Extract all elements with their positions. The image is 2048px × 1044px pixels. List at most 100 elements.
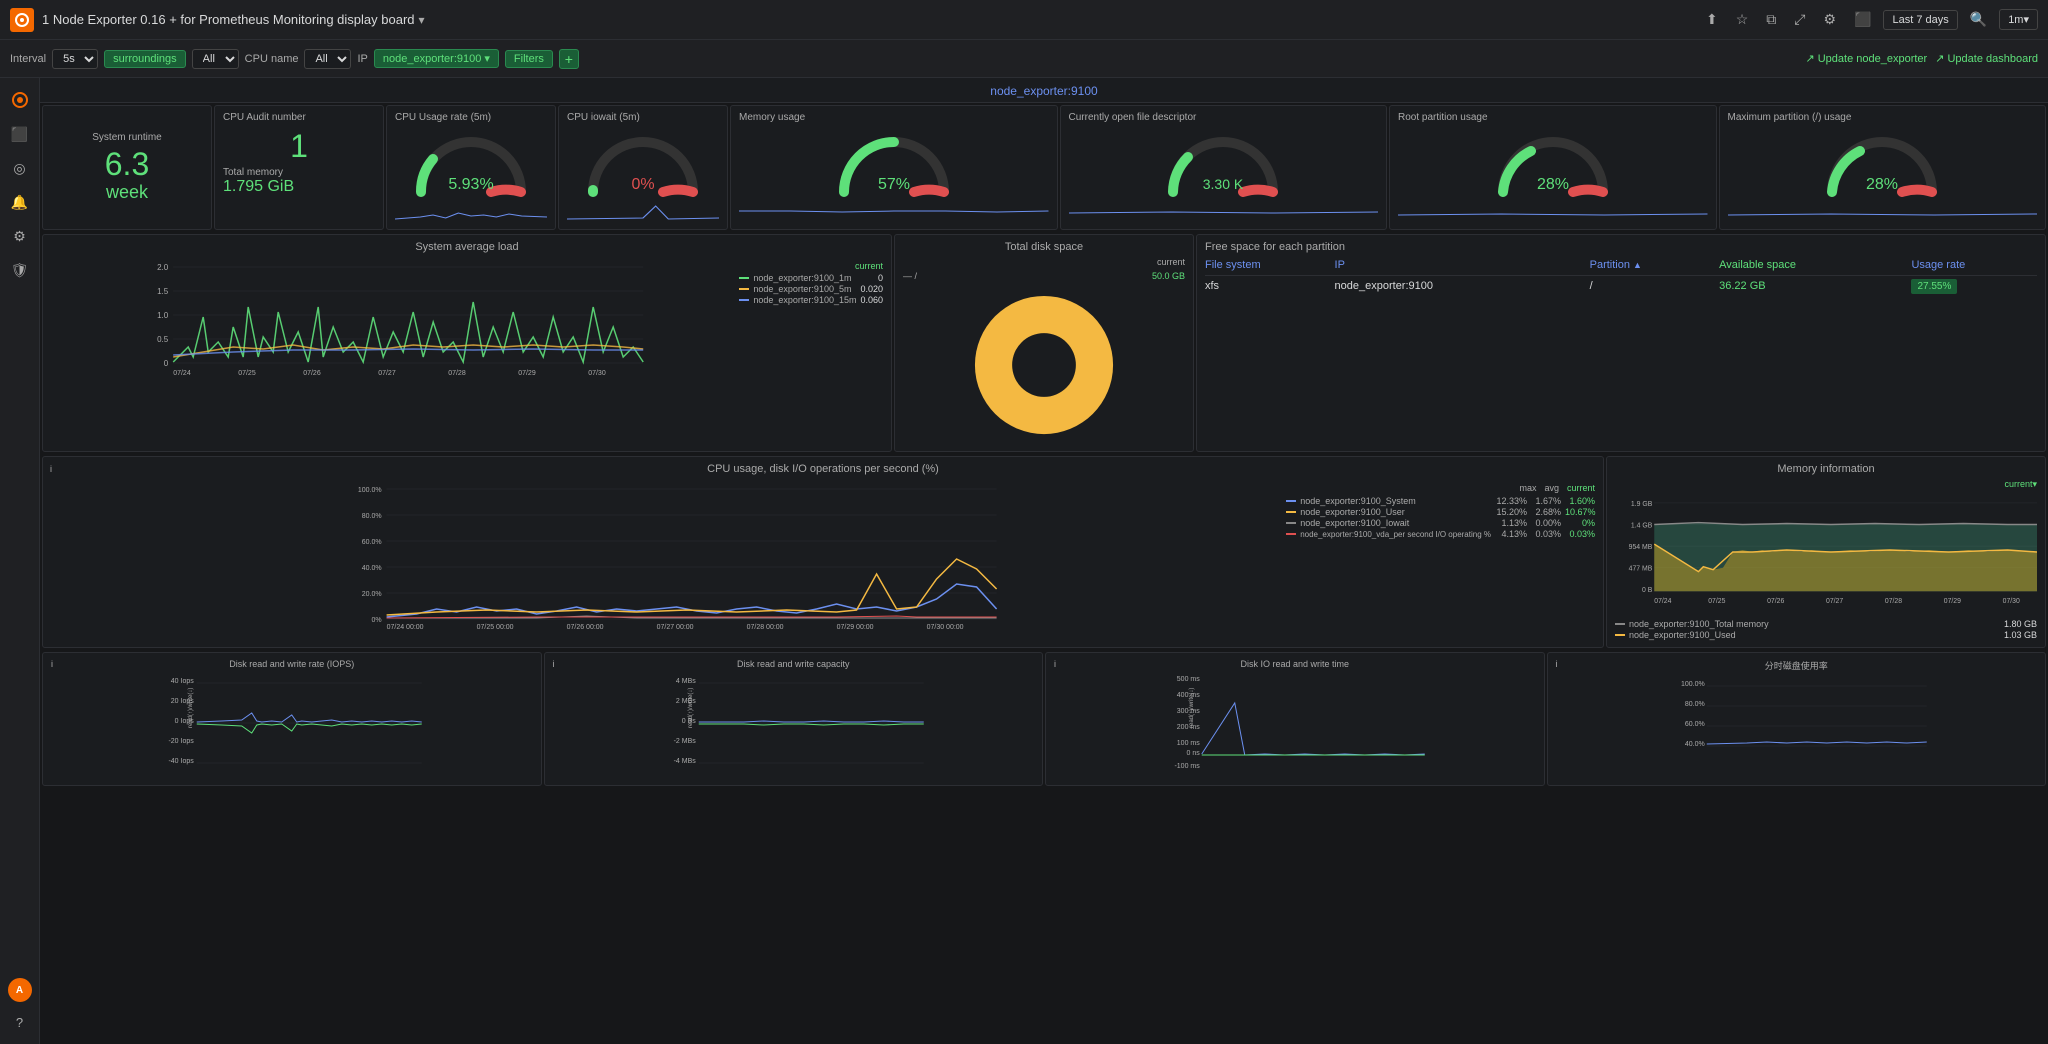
sidebar-icon-help[interactable]: ? bbox=[6, 1008, 34, 1036]
update-dashboard-link[interactable]: ↗ Update dashboard bbox=[1935, 52, 2038, 65]
cpu-disk-row: i CPU usage, disk I/O operations per sec… bbox=[40, 454, 2048, 650]
sidebar-icon-bell[interactable]: 🔔 bbox=[6, 188, 34, 216]
user-avatar[interactable]: A bbox=[8, 978, 32, 1002]
mem-current-header: current▾ bbox=[2004, 479, 2037, 490]
share-icon-btn[interactable]: ⬆ bbox=[1700, 7, 1724, 32]
col-header-partition: Partition ▲ bbox=[1590, 259, 1716, 271]
cpu-usage-gauge-svg: 5.93% bbox=[411, 127, 531, 197]
sidebar-icon-grafana[interactable] bbox=[6, 86, 34, 114]
cpu-usage-spark bbox=[395, 201, 547, 223]
cpu-disk-title: CPU usage, disk I/O operations per secon… bbox=[707, 463, 939, 475]
open-files-spark bbox=[1069, 201, 1379, 223]
disk-cap-svg: 4 MBs 2 MBs 0 Bs -2 MBs -4 MBs read(↑)/w… bbox=[553, 673, 1035, 773]
total-memory-label: Total memory bbox=[223, 167, 375, 178]
topbar-right: ⬆ ☆ ⧉ ⤢ ⚙ ⬛ Last 7 days 🔍 1m▾ bbox=[1700, 7, 2038, 32]
svg-text:1.5: 1.5 bbox=[157, 287, 169, 296]
legend-user-dot bbox=[1286, 511, 1296, 513]
legend-system: node_exporter:9100_System 12.33% 1.67% 1… bbox=[1286, 496, 1595, 506]
svg-text:07/29: 07/29 bbox=[518, 370, 536, 377]
disk-iops-info-icon: i bbox=[51, 659, 53, 669]
disk-time-header: i 分时磁盘使用率 bbox=[1556, 659, 2038, 672]
legend-vda-cur: 0.03% bbox=[1565, 529, 1595, 539]
sidebar-icon-shield[interactable]: 🛡 bbox=[6, 256, 34, 284]
svg-text:07/25: 07/25 bbox=[238, 370, 256, 377]
total-disk-header: current bbox=[903, 257, 1185, 267]
legend-system-cur: 1.60% bbox=[1565, 496, 1595, 506]
node-header: node_exporter:9100 bbox=[40, 78, 2048, 103]
svg-text:07/26: 07/26 bbox=[303, 370, 321, 377]
share2-icon-btn[interactable]: ⤢ bbox=[1788, 7, 1811, 32]
svg-text:07/26: 07/26 bbox=[1767, 598, 1784, 605]
col-header-fs: File system bbox=[1205, 259, 1331, 271]
legend-system-max: 12.33% bbox=[1495, 496, 1527, 506]
svg-text:07/27: 07/27 bbox=[378, 370, 396, 377]
svg-text:0.5: 0.5 bbox=[157, 335, 169, 344]
surroundings-select[interactable]: All bbox=[192, 49, 239, 69]
dashboard-title[interactable]: 1 Node Exporter 0.16 + for Prometheus Mo… bbox=[42, 12, 415, 27]
col-avg: avg bbox=[1544, 483, 1559, 493]
svg-text:07/27 00:00: 07/27 00:00 bbox=[657, 624, 694, 629]
row-available: 36.22 GB bbox=[1719, 280, 1907, 292]
svg-text:07/30: 07/30 bbox=[2003, 598, 2020, 605]
monitor-icon-btn[interactable]: ⬛ bbox=[1848, 7, 1877, 32]
svg-text:07/27: 07/27 bbox=[1826, 598, 1843, 605]
svg-text:read(↑)/write(↓): read(↑)/write(↓) bbox=[188, 688, 194, 728]
svg-text:-100 ms: -100 ms bbox=[1174, 763, 1200, 770]
disk-io-header: i Disk IO read and write time bbox=[1054, 659, 1536, 669]
avg-load-chart: 2.0 1.5 1.0 0.5 0 07/24 07/25 07/26 07/2… bbox=[51, 257, 735, 377]
svg-text:-40 Iops: -40 Iops bbox=[168, 758, 194, 765]
surroundings-btn[interactable]: surroundings bbox=[104, 50, 186, 68]
svg-text:read(↑)/write(↓): read(↑)/write(↓) bbox=[687, 688, 693, 728]
cpu-usage-title: CPU Usage rate (5m) bbox=[395, 112, 547, 123]
sidebar-icon-grid[interactable]: ⬛ bbox=[6, 120, 34, 148]
update-node-link[interactable]: ↗ Update node_exporter bbox=[1805, 52, 1927, 65]
sidebar-icon-compass[interactable]: ◎ bbox=[6, 154, 34, 182]
cpu-name-select[interactable]: All bbox=[304, 49, 351, 69]
legend-user: node_exporter:9100_User 15.20% 2.68% 10.… bbox=[1286, 507, 1595, 517]
svg-text:1.9 GB: 1.9 GB bbox=[1631, 501, 1653, 508]
legend-iowait-label: node_exporter:9100_Iowait bbox=[1300, 518, 1491, 528]
svg-text:100 ms: 100 ms bbox=[1177, 740, 1200, 747]
legend-user-cur: 10.67% bbox=[1565, 507, 1595, 517]
topbar-left: 1 Node Exporter 0.16 + for Prometheus Mo… bbox=[10, 8, 1700, 32]
disk-iops-title: Disk read and write rate (IOPS) bbox=[51, 659, 533, 669]
free-space-table-header: File system IP Partition ▲ Available spa… bbox=[1205, 259, 2037, 276]
ip-select-btn[interactable]: node_exporter:9100 ▾ bbox=[374, 49, 499, 68]
root-partition-title: Root partition usage bbox=[1398, 112, 1708, 123]
cpu-disk-chart-svg: 100.0% 80.0% 60.0% 40.0% 20.0% 0% 07/24 … bbox=[51, 479, 1282, 629]
legend-header: max avg current bbox=[1286, 483, 1595, 493]
title-dropdown-icon[interactable]: ▾ bbox=[419, 13, 425, 27]
time-range-btn[interactable]: Last 7 days bbox=[1883, 10, 1957, 30]
disk-cap-header: i Disk read and write capacity bbox=[553, 659, 1035, 669]
max-partition-title: Maximum partition (/) usage bbox=[1728, 112, 2038, 123]
disk-usage-time-card: i 分时磁盘使用率 100.0% 80.0% 60.0% 40.0% bbox=[1547, 652, 2047, 786]
svg-text:07/25 00:00: 07/25 00:00 bbox=[477, 624, 514, 629]
copy-icon-btn[interactable]: ⧉ bbox=[1760, 7, 1782, 32]
star-icon-btn[interactable]: ☆ bbox=[1730, 7, 1755, 32]
svg-text:07/24 00:00: 07/24 00:00 bbox=[387, 624, 424, 629]
cpu-audit-title: CPU Audit number bbox=[223, 112, 375, 123]
system-runtime-title: System runtime bbox=[92, 132, 161, 143]
svg-text:07/29: 07/29 bbox=[1944, 598, 1961, 605]
svg-text:1.4 GB: 1.4 GB bbox=[1631, 522, 1653, 529]
cpu-audit-card: CPU Audit number 1 Total memory 1.795 Gi… bbox=[214, 105, 384, 230]
refresh-btn[interactable]: 1m▾ bbox=[1999, 9, 2038, 30]
row-partition: / bbox=[1590, 280, 1716, 292]
root-partition-card: Root partition usage 28% bbox=[1389, 105, 1717, 230]
root-partition-gauge-svg: 28% bbox=[1493, 127, 1613, 197]
disk-time-svg: 100.0% 80.0% 60.0% 40.0% bbox=[1556, 676, 2038, 776]
zoom-icon-btn[interactable]: 🔍 bbox=[1964, 7, 1993, 32]
cpu-disk-info-icon: i bbox=[50, 464, 52, 474]
settings-icon-btn[interactable]: ⚙ bbox=[1817, 7, 1842, 32]
legend-vda-max: 4.13% bbox=[1495, 529, 1527, 539]
avg-load-legend: current node_exporter:9100_1m 0 node_exp… bbox=[739, 257, 883, 377]
interval-select[interactable]: 5s bbox=[52, 49, 98, 69]
cpu-disk-content: 100.0% 80.0% 60.0% 40.0% 20.0% 0% 07/24 … bbox=[51, 479, 1595, 629]
disk-time-title: 分时磁盘使用率 bbox=[1556, 659, 2038, 672]
sidebar-icon-settings[interactable]: ⚙ bbox=[6, 222, 34, 250]
add-filter-btn[interactable]: + bbox=[559, 49, 579, 69]
col-header-available: Available space bbox=[1719, 259, 1907, 271]
legend-vda-label: node_exporter:9100_vda_per second I/O op… bbox=[1300, 530, 1491, 539]
cpu-disk-chart-card: i CPU usage, disk I/O operations per sec… bbox=[42, 456, 1604, 648]
filters-btn[interactable]: Filters bbox=[505, 50, 553, 68]
